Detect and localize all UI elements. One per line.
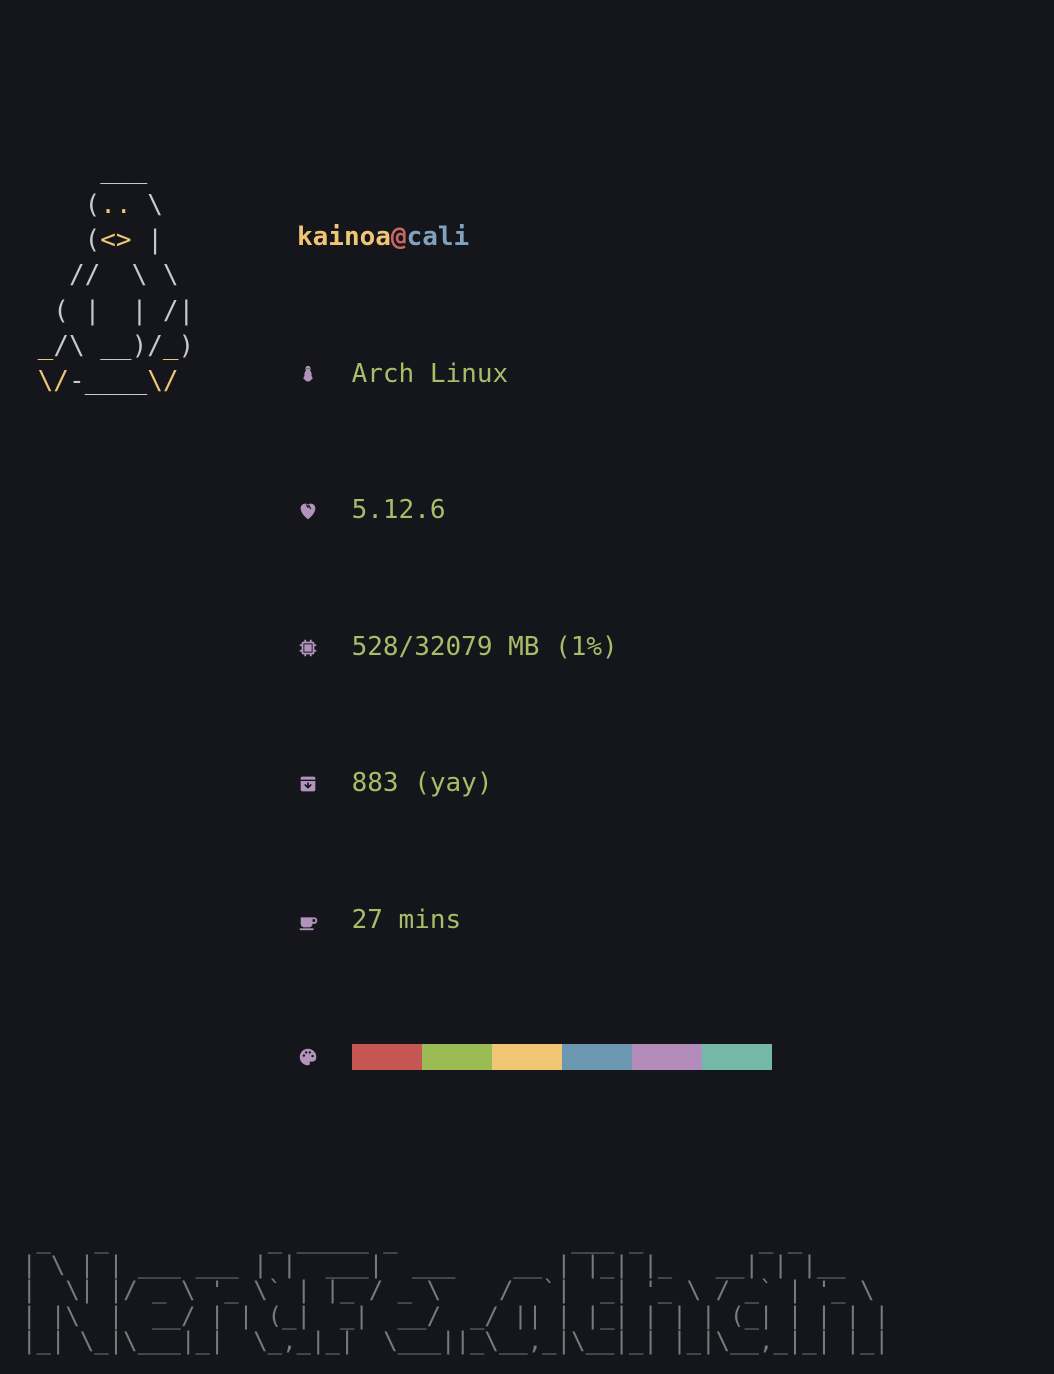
uptime-line: 27 mins	[297, 903, 772, 938]
figlet-banner: _ _ _ _____ _ ___ _ _ _ | \ | | ___ ___ …	[22, 1228, 1032, 1354]
heart-icon	[297, 500, 352, 522]
swatch-cyan	[702, 1044, 772, 1070]
palette-line	[297, 1040, 772, 1075]
hostname: cali	[407, 221, 470, 255]
swatch-red	[352, 1044, 422, 1070]
uptime-value: 27 mins	[352, 904, 462, 938]
fetch-output: ___ (.. \ (<> | // \ \ ( | | /| _/\ __)/…	[22, 153, 1032, 1142]
cpu-icon	[297, 637, 352, 659]
user-host-line: kainoa@cali	[297, 221, 772, 256]
palette-icon	[297, 1046, 352, 1068]
memory-value: 528/32079 MB (1%)	[352, 631, 618, 665]
swatch-yellow	[492, 1044, 562, 1070]
swatch-magenta	[632, 1044, 702, 1070]
package-icon	[297, 773, 352, 795]
kernel-line: 5.12.6	[297, 494, 772, 529]
os-value: Arch Linux	[352, 358, 509, 392]
packages-value: 883 (yay)	[352, 767, 493, 801]
color-palette	[352, 1044, 772, 1070]
swatch-blue	[562, 1044, 632, 1070]
at-separator: @	[391, 221, 407, 255]
memory-line: 528/32079 MB (1%)	[297, 630, 772, 665]
ascii-penguin-art: ___ (.. \ (<> | // \ \ ( | | /| _/\ __)/…	[22, 153, 297, 399]
packages-line: 883 (yay)	[297, 767, 772, 802]
system-info: kainoa@cali Arch Linux 5.12.6 528/32079 …	[297, 153, 772, 1142]
coffee-icon	[297, 910, 352, 932]
kernel-value: 5.12.6	[352, 494, 446, 528]
username: kainoa	[297, 221, 391, 255]
os-line: Arch Linux	[297, 357, 772, 392]
swatch-green	[422, 1044, 492, 1070]
tux-icon	[297, 364, 352, 386]
